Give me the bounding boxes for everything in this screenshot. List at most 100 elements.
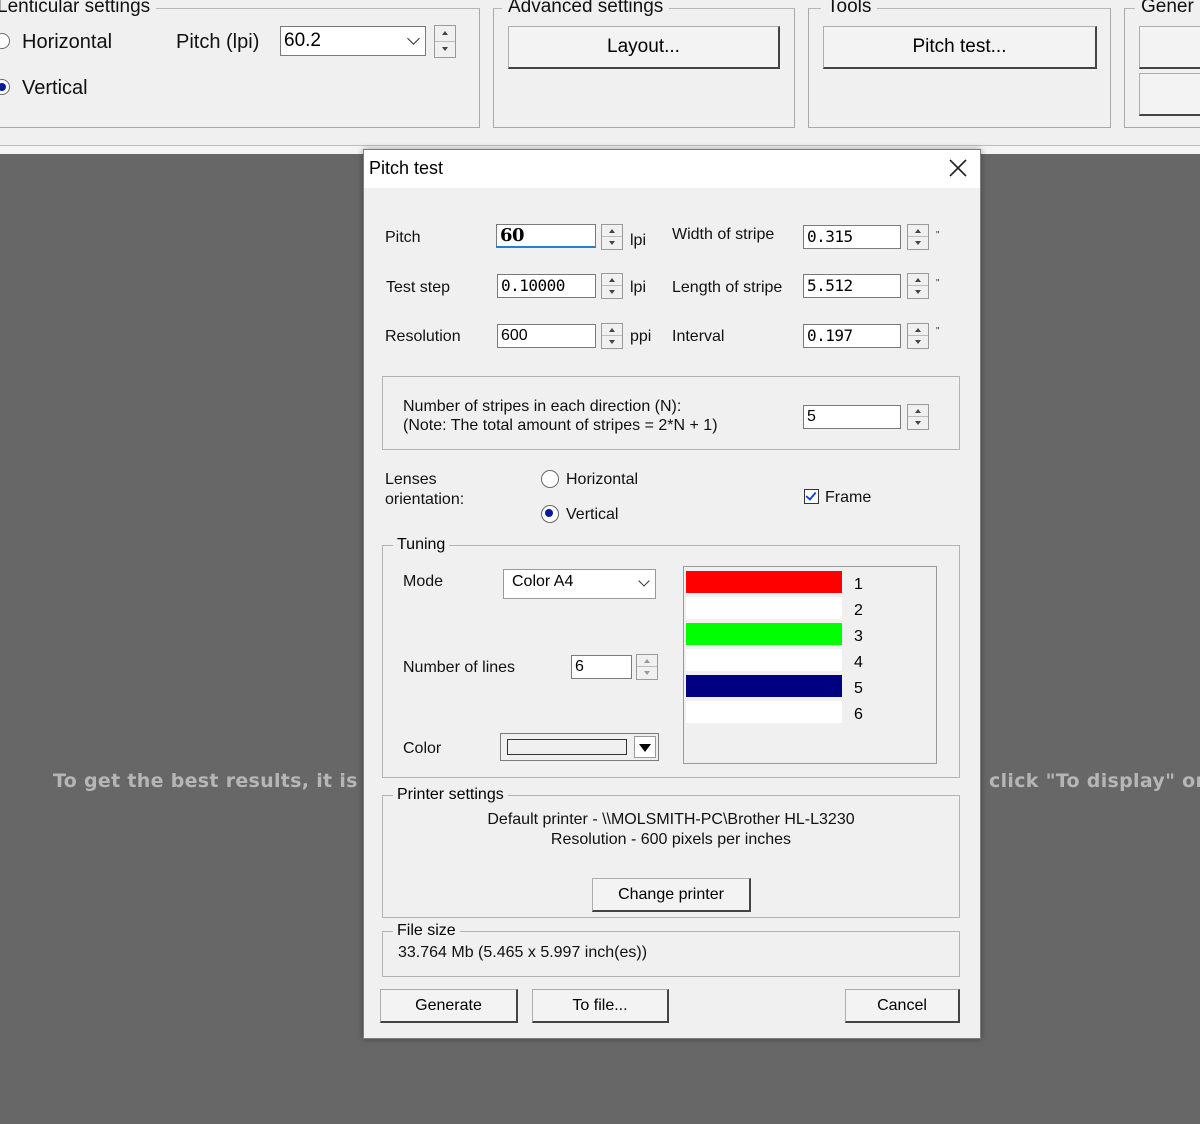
pitch-spinner-dialog[interactable]: [601, 224, 623, 250]
arrow-up-icon: [915, 228, 921, 233]
advanced-settings-title: Advanced settings: [502, 0, 670, 18]
lines-spinner[interactable]: [636, 654, 658, 680]
test-step-input[interactable]: 0.10000: [497, 274, 596, 298]
dropdown-arrow-icon: [639, 744, 651, 752]
spin-down-button[interactable]: [908, 237, 928, 249]
pitch-unit: lpi: [630, 232, 647, 249]
spin-down-button[interactable]: [637, 667, 657, 679]
spin-up-button[interactable]: [908, 225, 928, 237]
orientation-horizontal-label: Horizontal: [566, 471, 639, 488]
width-of-stripe-value: 0.315: [807, 227, 853, 246]
pitch-test-button[interactable]: Pitch test...: [823, 26, 1097, 69]
general-button-1[interactable]: [1139, 26, 1200, 69]
background-message-right: click "To display" or ": [989, 770, 1200, 792]
spin-up-button[interactable]: [908, 324, 928, 336]
width-spinner[interactable]: [907, 224, 929, 250]
general-title: Gener: [1135, 0, 1200, 18]
interval-input[interactable]: 0.197: [803, 324, 901, 348]
width-of-stripe-input[interactable]: 0.315: [803, 225, 901, 249]
length-inch-mark: ": [936, 278, 940, 289]
pitch-select-value: 60.2: [284, 30, 321, 51]
test-step-unit: lpi: [630, 279, 647, 296]
resolution-spinner[interactable]: [601, 323, 623, 349]
spin-down-button[interactable]: [602, 286, 622, 298]
check-icon: [805, 489, 817, 501]
spin-up-button[interactable]: [602, 274, 622, 286]
change-printer-button[interactable]: Change printer: [592, 878, 751, 912]
arrow-down-icon: [609, 241, 615, 245]
spin-down-button[interactable]: [435, 42, 455, 58]
arrow-up-icon: [915, 408, 921, 413]
length-spinner[interactable]: [907, 273, 929, 299]
chevron-down-icon: [638, 575, 650, 587]
interval-spinner[interactable]: [907, 323, 929, 349]
spin-down-button[interactable]: [602, 336, 622, 348]
arrow-up-icon: [915, 277, 921, 282]
generate-button[interactable]: Generate: [380, 989, 518, 1023]
resolution-unit: ppi: [630, 328, 652, 345]
number-of-lines-input[interactable]: 6: [571, 655, 632, 679]
preview-stripe-number: 2: [854, 602, 863, 619]
test-step-value: 0.10000: [501, 276, 565, 295]
tools-title: Tools: [821, 0, 878, 18]
mode-label: Mode: [403, 573, 444, 590]
arrow-down-icon: [915, 241, 921, 245]
printer-line-1: Default printer - \\MOLSMITH-PC\Brother …: [487, 811, 855, 828]
arrow-down-icon: [609, 340, 615, 344]
length-of-stripe-value: 5.512: [807, 276, 853, 295]
spin-down-button[interactable]: [602, 237, 622, 249]
preview-stripe-number: 3: [854, 628, 863, 645]
color-dropdown-button[interactable]: [634, 736, 656, 758]
stripes-input[interactable]: 5: [803, 405, 901, 429]
stripes-value: 5: [807, 408, 816, 425]
mode-select-value: Color A4: [512, 573, 574, 590]
spin-up-button[interactable]: [908, 405, 928, 417]
spin-up-button[interactable]: [435, 26, 455, 42]
frame-checkbox[interactable]: [804, 489, 819, 504]
spin-up-button[interactable]: [908, 274, 928, 286]
resolution-input[interactable]: 600: [497, 324, 596, 348]
stripes-line-2: (Note: The total amount of stripes = 2*N…: [403, 417, 718, 434]
arrow-up-icon: [609, 228, 615, 233]
color-picker[interactable]: [500, 733, 659, 761]
cancel-button[interactable]: Cancel: [845, 989, 960, 1023]
preview-stripe-number: 6: [854, 706, 863, 723]
arrow-down-icon: [915, 340, 921, 344]
orientation-vertical-radio[interactable]: [541, 505, 559, 523]
stripes-spinner[interactable]: [907, 404, 929, 430]
orientation-label-line-1: Lenses: [385, 471, 437, 488]
mode-select[interactable]: Color A4: [503, 569, 656, 599]
close-icon[interactable]: [947, 157, 969, 179]
spin-down-button[interactable]: [908, 417, 928, 429]
pitch-label: Pitch (lpi): [176, 31, 260, 53]
spin-up-button[interactable]: [602, 324, 622, 336]
file-size-value: 33.764 Mb (5.465 x 5.997 inch(es)): [398, 944, 648, 961]
test-step-spinner[interactable]: [601, 273, 623, 299]
spin-up-button[interactable]: [637, 655, 657, 667]
spin-down-button[interactable]: [908, 336, 928, 348]
orientation-horizontal-radio[interactable]: [541, 470, 559, 488]
arrow-down-icon: [442, 47, 448, 52]
spin-up-button[interactable]: [602, 225, 622, 237]
chevron-down-icon: [407, 32, 420, 45]
resolution-value: 600: [501, 327, 528, 344]
pitch-select[interactable]: 60.2: [280, 26, 426, 56]
general-button-2[interactable]: [1139, 73, 1200, 116]
pitch-spinner[interactable]: [434, 25, 456, 58]
arrow-down-icon: [609, 290, 615, 294]
arrow-down-icon: [644, 671, 650, 675]
stripes-line-1: Number of stripes in each direction (N):: [403, 398, 682, 415]
length-of-stripe-input[interactable]: 5.512: [803, 274, 901, 298]
pitch-input[interactable]: 60: [496, 224, 596, 248]
width-of-stripe-label: Width of stripe: [672, 226, 775, 243]
arrow-up-icon: [609, 277, 615, 282]
spin-down-button[interactable]: [908, 286, 928, 298]
tuning-title: Tuning: [393, 535, 450, 555]
layout-button[interactable]: Layout...: [508, 26, 780, 69]
preview-stripe: [686, 701, 842, 723]
preview-stripe-number: 5: [854, 680, 863, 697]
interval-inch-mark: ": [936, 326, 940, 337]
preview-stripe: [686, 597, 842, 619]
preview-stripe-number: 1: [854, 576, 863, 593]
to-file-button[interactable]: To file...: [532, 989, 669, 1023]
